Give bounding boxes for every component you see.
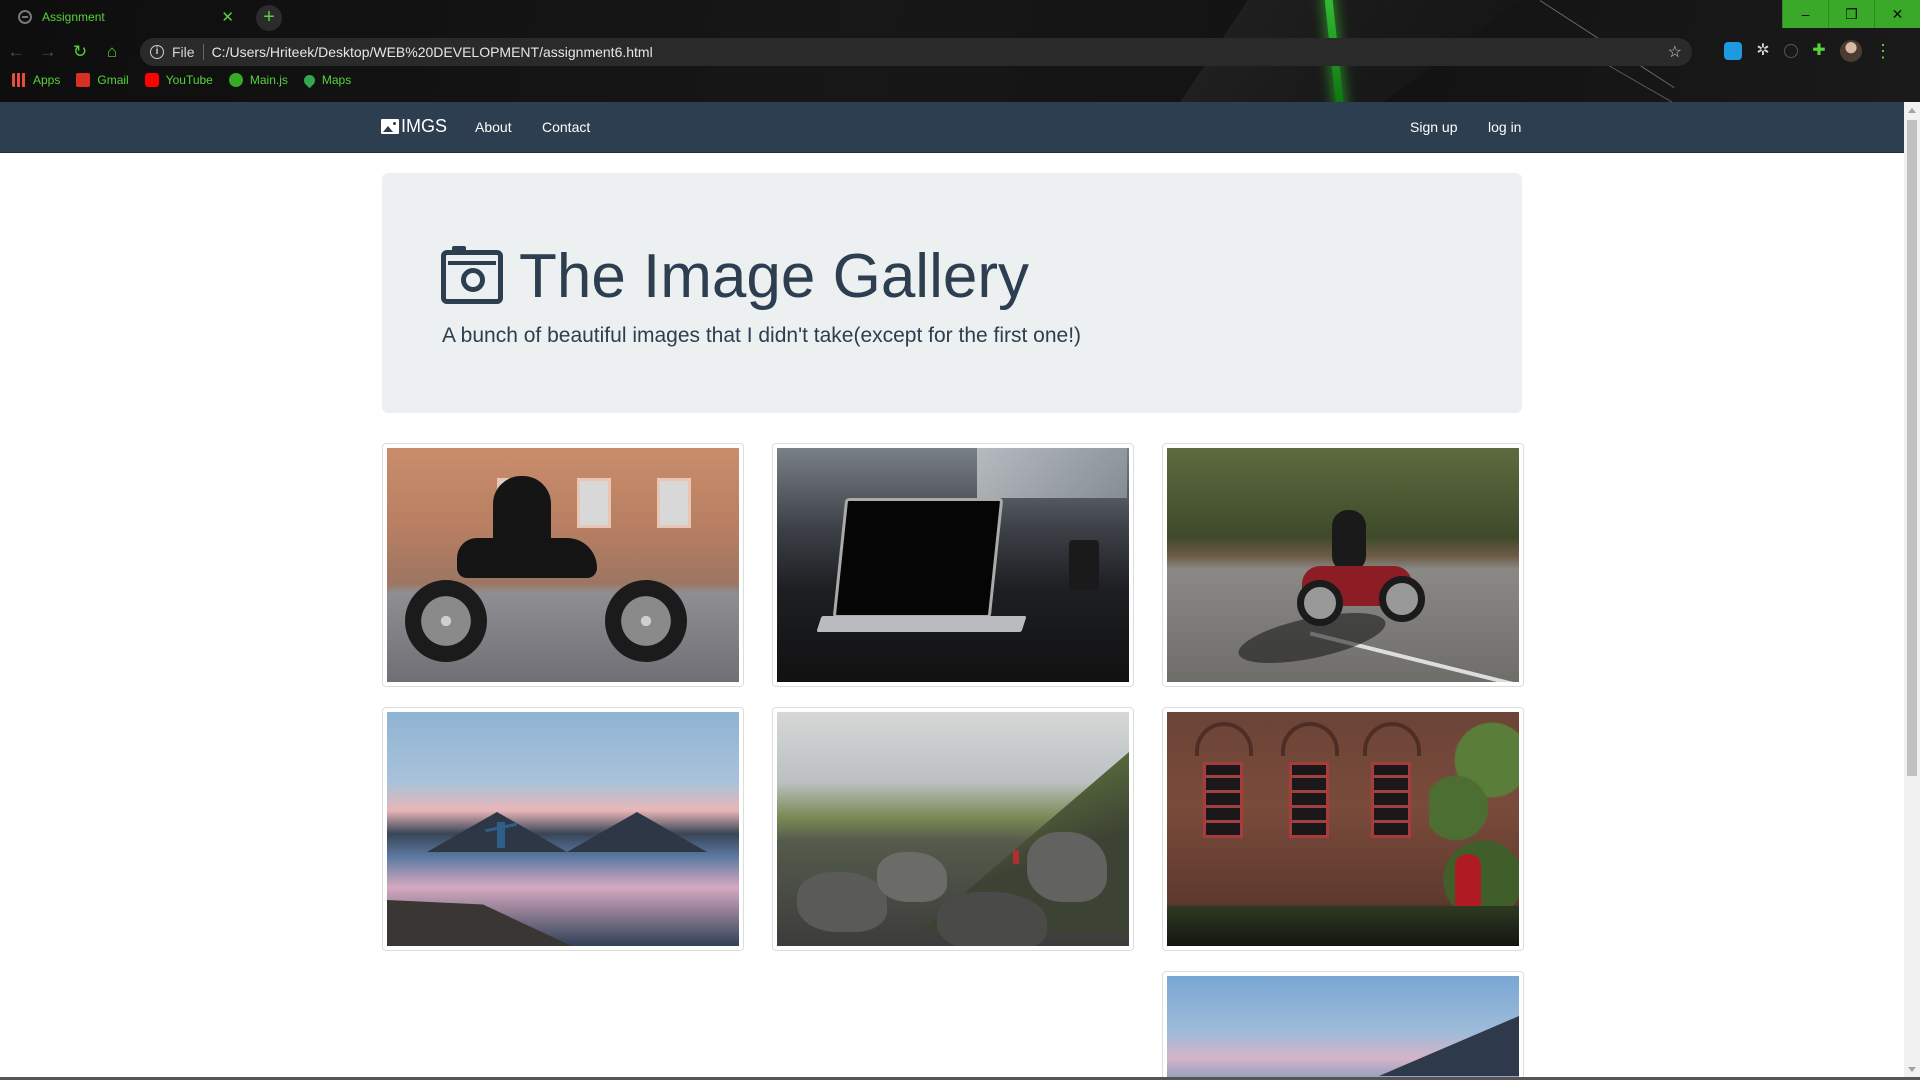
nav-link-login[interactable]: log in xyxy=(1488,119,1521,135)
gallery-thumbnail[interactable] xyxy=(1162,707,1524,951)
faint-extension-icon[interactable] xyxy=(1784,44,1798,58)
brand-link[interactable]: IMGS xyxy=(381,116,447,137)
gmail-icon xyxy=(76,73,91,87)
person-at-lake-sunset-image xyxy=(387,712,739,946)
bookmark-maps[interactable]: Maps xyxy=(301,72,352,88)
jumbotron: The Image Gallery A bunch of beautiful i… xyxy=(382,173,1522,413)
bookmark-mainjs[interactable]: Main.js xyxy=(228,73,288,87)
rocky-valley-hiker-image xyxy=(777,712,1129,946)
page-title-text: The Image Gallery xyxy=(519,242,1029,311)
nav-link-contact[interactable]: Contact xyxy=(542,119,590,135)
browser-toolbar: ← → ↻ ⌂ i File C:/Users/Hriteek/Desktop/… xyxy=(0,36,1920,68)
puzzle-extension-icon[interactable]: ✚ xyxy=(1810,42,1828,60)
bookmark-apps[interactable]: Apps xyxy=(12,73,60,87)
browser-tab-active[interactable]: Assignment ✕ xyxy=(8,2,244,32)
address-bar[interactable]: i File C:/Users/Hriteek/Desktop/WEB%20DE… xyxy=(140,38,1692,66)
lake-sunset-partial-image xyxy=(1167,976,1519,1078)
bookmark-star-icon[interactable]: ☆ xyxy=(1668,42,1682,62)
page-scrollbar[interactable] xyxy=(1904,102,1920,1078)
page-viewport: IMGS About Contact Sign up log in The Im… xyxy=(0,102,1904,1078)
bookmark-label: Maps xyxy=(321,73,352,87)
nav-link-about[interactable]: About xyxy=(475,119,512,135)
gallery-thumbnail[interactable] xyxy=(382,707,744,951)
maps-pin-icon xyxy=(301,72,318,88)
url-text[interactable]: C:/Users/Hriteek/Desktop/WEB%20DEVELOPME… xyxy=(212,44,1660,60)
gallery-thumbnail[interactable] xyxy=(382,443,744,687)
tab-close-icon[interactable]: ✕ xyxy=(221,8,234,26)
brick-building-ivy-image xyxy=(1167,712,1519,946)
gallery-thumbnail[interactable] xyxy=(1162,443,1524,687)
gallery-thumbnail[interactable] xyxy=(772,443,1134,687)
scroll-down-arrow-icon[interactable] xyxy=(1908,1067,1916,1072)
browser-menu-icon[interactable]: ⋮ xyxy=(1874,41,1892,62)
close-window-button[interactable]: ✕ xyxy=(1874,0,1920,28)
gallery-thumbnail[interactable] xyxy=(772,707,1134,951)
globe-icon xyxy=(228,73,243,87)
window-controls: – ❐ ✕ xyxy=(1782,0,1920,28)
gallery-thumbnail[interactable] xyxy=(1162,971,1524,1078)
site-navbar: IMGS About Contact Sign up log in xyxy=(0,102,1904,153)
restore-button[interactable]: ❐ xyxy=(1828,0,1874,28)
brand-text: IMGS xyxy=(401,116,448,136)
profile-avatar[interactable] xyxy=(1840,40,1862,62)
tab-title: Assignment xyxy=(42,10,105,24)
page-title: The Image Gallery xyxy=(441,241,1029,312)
laptop-on-desk-image xyxy=(777,448,1129,682)
info-icon[interactable]: i xyxy=(150,45,164,59)
camera-icon xyxy=(441,245,503,304)
nav-link-signup[interactable]: Sign up xyxy=(1410,119,1457,135)
motorcycle-rider-city-image xyxy=(387,448,739,682)
translate-extension-icon[interactable] xyxy=(1724,42,1742,60)
bookmark-label: Apps xyxy=(33,73,61,87)
new-tab-button[interactable]: + xyxy=(256,5,282,31)
youtube-icon xyxy=(144,73,159,87)
reload-icon[interactable]: ↻ xyxy=(64,42,96,62)
minimize-button[interactable]: – xyxy=(1782,0,1828,28)
browser-chrome: Assignment ✕ + – ❐ ✕ ← → ↻ ⌂ i File C:/U… xyxy=(0,0,1920,102)
picture-icon xyxy=(381,119,399,134)
scheme-label: File xyxy=(172,44,204,60)
motorcycle-on-road-image xyxy=(1167,448,1519,682)
scroll-up-arrow-icon[interactable] xyxy=(1908,108,1916,113)
bookmark-label: Gmail xyxy=(97,73,129,87)
forward-arrow-icon[interactable]: → xyxy=(32,42,64,62)
scrollbar-thumb[interactable] xyxy=(1907,120,1917,776)
bookmark-label: Main.js xyxy=(249,73,288,87)
gear-extension-icon[interactable]: ✲ xyxy=(1754,42,1772,60)
back-arrow-icon[interactable]: ← xyxy=(0,42,32,62)
page-subtitle: A bunch of beautiful images that I didn'… xyxy=(442,324,1082,347)
home-icon[interactable]: ⌂ xyxy=(96,42,128,62)
bookmarks-bar: Apps Gmail YouTube Main.js Maps xyxy=(12,72,352,88)
bookmark-gmail[interactable]: Gmail xyxy=(76,73,129,87)
bookmark-label: YouTube xyxy=(165,73,213,87)
extensions-area: ✲ ✚ ⋮ xyxy=(1724,40,1892,62)
apps-grid-icon xyxy=(12,73,26,87)
bookmark-youtube[interactable]: YouTube xyxy=(144,73,213,87)
globe-icon xyxy=(18,10,32,24)
